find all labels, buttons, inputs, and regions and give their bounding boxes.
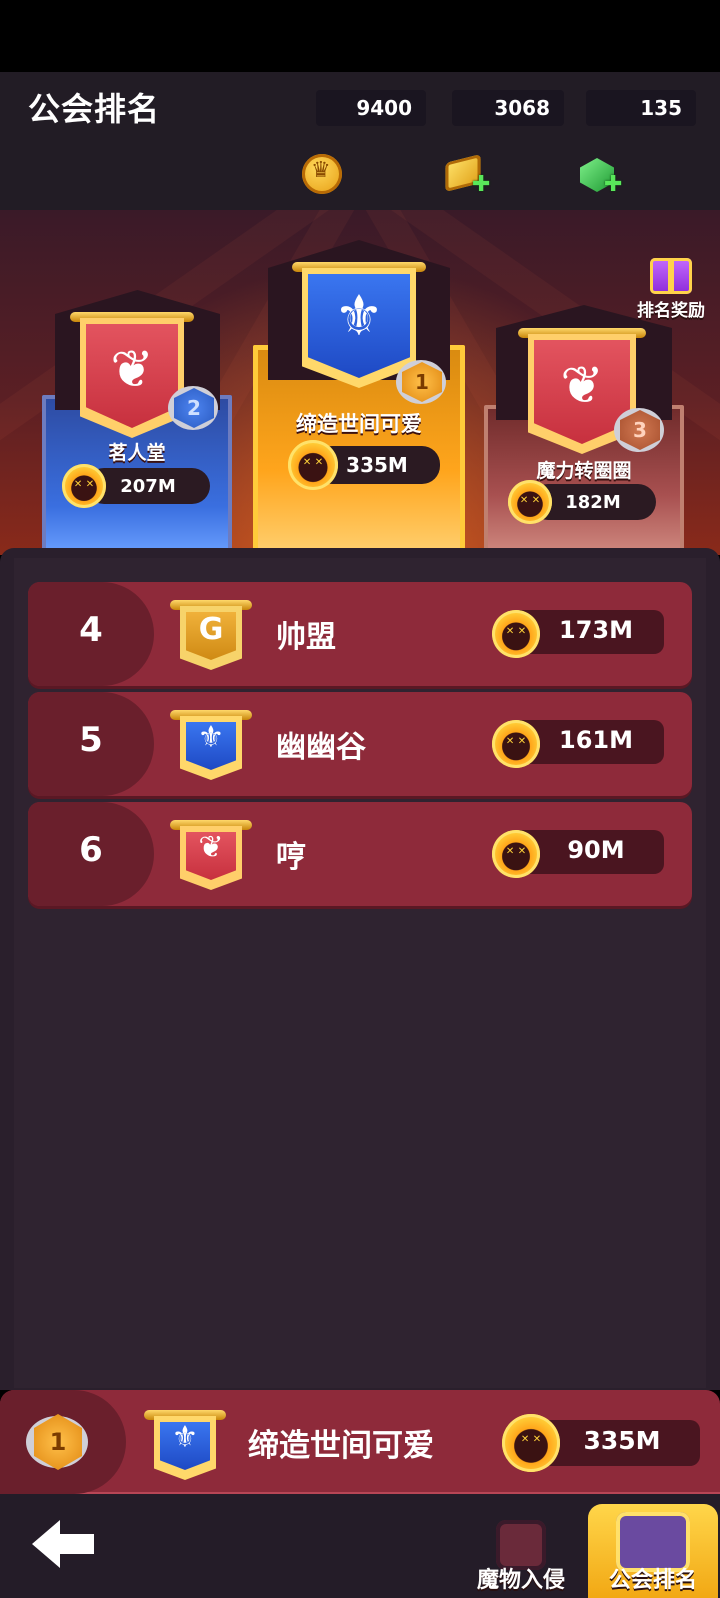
my-guild-bar[interactable]: 1 ⚜ 缔造世间可爱 335M (0, 1390, 720, 1494)
monster-icon (492, 830, 540, 878)
add-gold-icon[interactable]: ✚ (472, 172, 490, 197)
guild-score: 173M (559, 616, 633, 644)
my-guild-banner: ⚜ (144, 1410, 226, 1480)
rank-number: 5 (79, 720, 103, 760)
fleur-de-lis-icon: ⚜ (197, 720, 225, 755)
add-gem-icon[interactable]: ✚ (604, 172, 622, 197)
guild-banner-red: ❦ (170, 820, 252, 890)
tab-monster-invasion[interactable]: 魔物入侵 (456, 1504, 586, 1598)
gem-counter[interactable]: 135 (586, 90, 696, 126)
guild-banner-gold: G (170, 600, 252, 670)
ranking-row[interactable]: 4 G 帅盟 173M (28, 582, 692, 686)
rank-reward-label: 排名奖励 (637, 301, 705, 321)
coin-counter[interactable]: 9400 (316, 90, 426, 126)
gold-value: 3068 (494, 96, 550, 120)
rank-reward-button[interactable]: 排名奖励 (626, 258, 716, 321)
monster-icon (288, 440, 338, 490)
tab-guild-ranking-label: 公会排名 (608, 1568, 697, 1593)
monster-icon (492, 720, 540, 768)
ranking-row[interactable]: 5 ⚜ 幽幽谷 161M (28, 692, 692, 796)
crown-coin-icon (302, 154, 342, 194)
g-emblem-icon: G (198, 612, 224, 647)
guild-name: 哼 (276, 840, 306, 875)
wing-emblem-icon: ❦ (110, 340, 154, 400)
guild-name: 帅盟 (276, 620, 336, 655)
back-button[interactable] (28, 1516, 98, 1572)
my-guild-name: 缔造世间可爱 (248, 1428, 434, 1464)
tab-monster-invasion-label: 魔物入侵 (476, 1568, 565, 1593)
podium-second-name: 茗人堂 (108, 442, 166, 464)
podium-third-name: 魔力转圈圈 (536, 460, 632, 482)
rank-number: 6 (79, 830, 103, 870)
gem-value: 135 (640, 96, 682, 120)
tab-guild-ranking[interactable]: 公会排名 (588, 1504, 718, 1598)
wing-emblem-icon: ❦ (560, 356, 604, 416)
podium-first-name: 缔造世间可爱 (296, 412, 422, 436)
wing-emblem-icon: ❦ (198, 830, 224, 865)
gold-counter[interactable]: 3068 (452, 90, 564, 126)
status-bar (0, 0, 720, 72)
guild-score: 90M (567, 836, 625, 864)
guild-banner-blue: ⚜ (170, 710, 252, 780)
gift-icon (650, 258, 692, 294)
monster-icon (62, 464, 106, 508)
fleur-de-lis-icon: ⚜ (333, 284, 385, 349)
my-guild-score: 335M (583, 1426, 661, 1455)
fleur-de-lis-icon: ⚜ (171, 1420, 199, 1455)
ranking-row[interactable]: 6 ❦ 哼 90M (28, 802, 692, 906)
monster-icon (502, 1414, 560, 1472)
guild-name: 幽幽谷 (276, 730, 366, 765)
guild-score: 161M (559, 726, 633, 754)
back-arrow-icon (32, 1520, 94, 1568)
monster-icon (508, 480, 552, 524)
coin-value: 9400 (356, 96, 412, 120)
page-title: 公会排名 (28, 90, 161, 128)
monster-icon (492, 610, 540, 658)
rank-number: 4 (79, 610, 103, 650)
